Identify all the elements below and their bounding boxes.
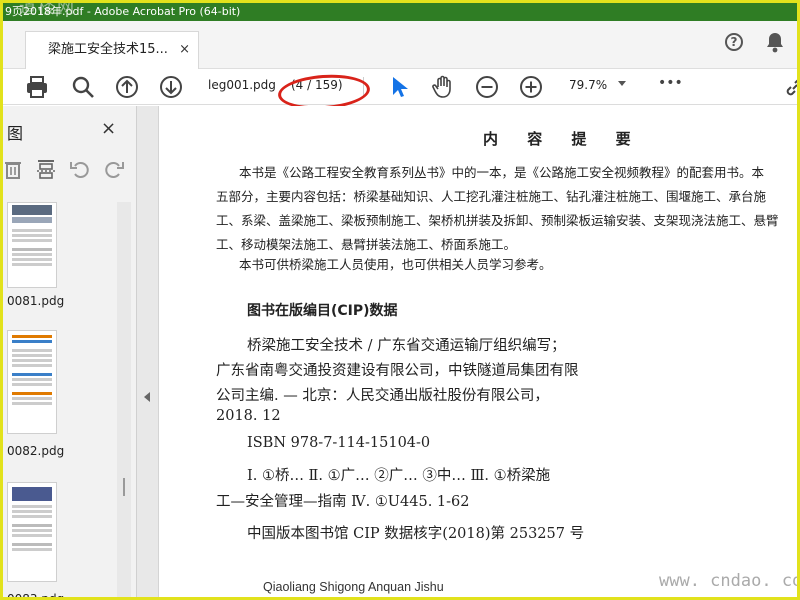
app-window: 9页2018年.pdf - Adobe Acrobat Pro (64-bit)… — [0, 0, 800, 600]
cip-line: ISBN 978-7-114-15104-0 — [247, 435, 431, 451]
toolbar: leg001.pdg (4 / 159) 79.7% ••• — [3, 69, 800, 105]
trash-icon[interactable] — [3, 158, 25, 180]
arrow-up-circle-icon[interactable] — [115, 75, 139, 99]
close-tab-icon[interactable]: × — [179, 32, 190, 68]
extract-pages-icon[interactable] — [35, 158, 57, 180]
cip-line: 广东省南粤交通投资建设有限公司，中铁隧道局集团有限 — [216, 363, 579, 379]
document-tab[interactable]: 梁施工安全技术15... × — [25, 31, 199, 69]
cip-line: 2018. 12 — [216, 408, 281, 424]
abstract-line: 本书可供桥梁施工人员使用，也可供相关人员学习参考。 — [239, 257, 552, 272]
panel-title: 图 — [7, 124, 24, 143]
arrow-down-circle-icon[interactable] — [159, 75, 183, 99]
panel-collapse-strip[interactable] — [137, 106, 159, 597]
thumbnail-label: 0082.pdg — [7, 444, 65, 458]
link-icon[interactable] — [783, 75, 800, 99]
cip-line: Ⅰ. ①桥… Ⅱ. ①广… ②广… ③中… Ⅲ. ①桥梁施 — [247, 468, 551, 484]
chevron-left-icon[interactable] — [144, 392, 150, 402]
plus-circle-icon[interactable] — [519, 75, 543, 99]
thumbnail-label: 0081.pdg — [7, 294, 65, 308]
close-panel-icon[interactable]: × — [101, 118, 116, 139]
page-thumbnail[interactable] — [7, 202, 57, 288]
abstract-line: 本书是《公路工程安全教育系列丛书》中的一本，是《公路施工安全视频教程》的配套用书… — [239, 165, 765, 180]
abstract-line: 工、系梁、盖梁施工、梁板预制施工、架桥机拼装及拆卸、预制梁板运输安装、支架现浇法… — [216, 213, 779, 228]
zoom-search-icon[interactable] — [71, 75, 95, 99]
cip-heading: 图书在版编目(CIP)数据 — [247, 303, 398, 319]
abstract-line: 五部分，主要内容包括：桥梁基础知识、人工挖孔灌注桩施工、钻孔灌注桩施工、围堰施工… — [216, 189, 767, 204]
cip-line: 工—安全管理—指南 Ⅳ. ①U445. 1-62 — [216, 494, 470, 510]
pointer-arrow-icon[interactable] — [387, 75, 411, 99]
thumbnail-label: 0083.pdg — [7, 592, 65, 600]
page-thumbnail[interactable] — [7, 330, 57, 434]
help-circle-icon[interactable]: ? — [725, 33, 743, 51]
scrollbar-handle[interactable] — [123, 478, 125, 496]
cip-line: 中国版本图书馆 CIP 数据核字(2018)第 253257 号 — [247, 526, 585, 542]
document-page: 内 容 提 要 本书是《公路工程安全教育系列丛书》中的一本，是《公路施工安全视频… — [159, 106, 797, 597]
abstract-line: 工、移动模架法施工、悬臂拼装法施工、桥面系施工。 — [216, 237, 517, 252]
title-bar: 9页2018年.pdf - Adobe Acrobat Pro (64-bit)… — [3, 0, 797, 21]
page-thumbnail[interactable] — [7, 482, 57, 582]
minus-circle-icon[interactable] — [475, 75, 499, 99]
filename-field[interactable]: leg001.pdg — [208, 78, 276, 92]
pinyin-title: Qiaoliang Shigong Anquan Jishu — [263, 580, 444, 594]
zoom-level-field[interactable]: 79.7% — [569, 78, 607, 92]
page-heading: 内 容 提 要 — [483, 130, 643, 148]
hand-icon[interactable] — [431, 75, 455, 99]
cip-line: 公司主编. — 北京：人民交通出版社股份有限公司， — [216, 388, 549, 404]
site-watermark: www. cndao. com — [659, 571, 800, 591]
thumbnail-scrollbar[interactable] — [117, 202, 131, 597]
more-icon[interactable]: ••• — [658, 75, 683, 91]
logo-watermark: 道楼网 — [19, 0, 76, 18]
rotate-left-icon[interactable] — [69, 158, 91, 180]
bell-icon[interactable] — [765, 31, 785, 53]
rotate-right-icon[interactable] — [103, 158, 125, 180]
thumbnails-panel: 图 × 0081.pdg 0082.pdg 0083.pdg — [3, 106, 137, 600]
chevron-down-icon[interactable] — [618, 81, 626, 86]
cip-line: 桥梁施工安全技术 / 广东省交通运输厅组织编写； — [247, 338, 566, 354]
tab-bar: 梁施工安全技术15... × — [3, 21, 797, 69]
printer-icon[interactable] — [25, 75, 49, 99]
document-tab-label: 梁施工安全技术15... — [48, 42, 168, 57]
thumbnail-list: 0081.pdg 0082.pdg 0083.pdg — [3, 202, 117, 600]
